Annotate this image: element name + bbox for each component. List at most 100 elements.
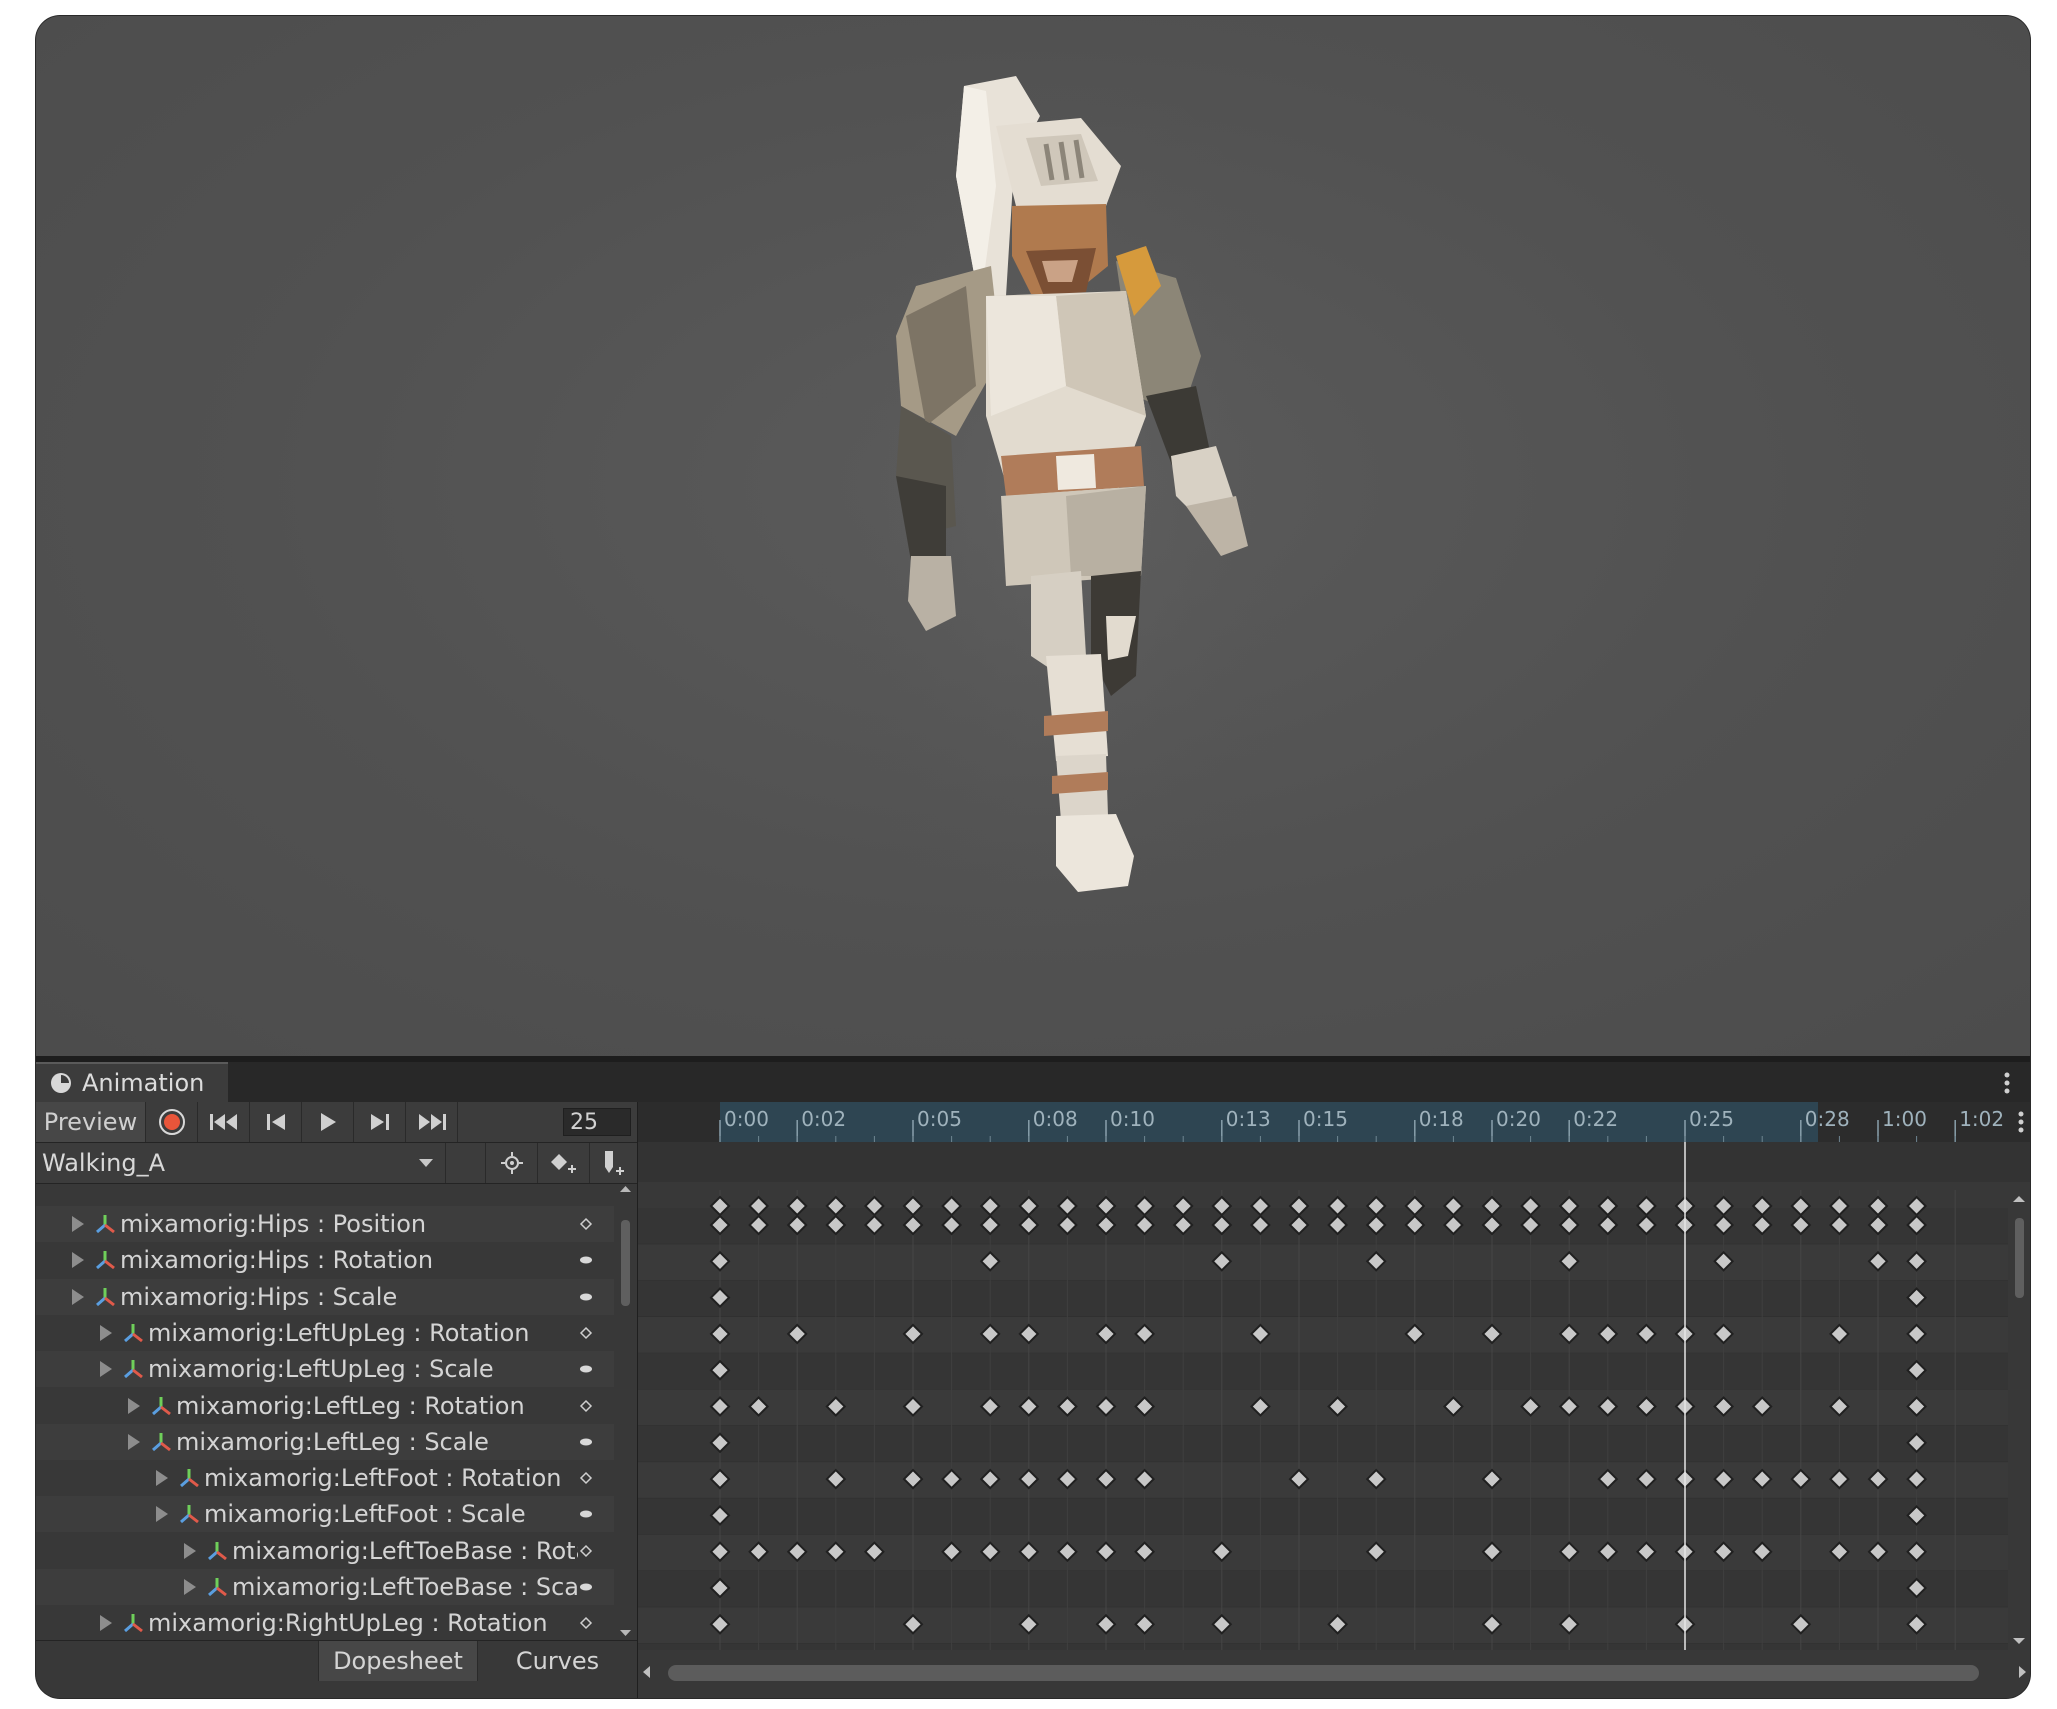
- expand-arrow-icon[interactable]: [100, 1324, 112, 1341]
- property-label: mixamorig:LeftToeBase : Rotation: [232, 1536, 578, 1565]
- property-row[interactable]: mixamorig:Hips : Position: [36, 1206, 614, 1242]
- key-state-oval-icon[interactable]: [578, 1252, 594, 1268]
- property-label: mixamorig:RightUpLeg : Rotation: [148, 1609, 548, 1638]
- property-label: mixamorig:LeftLeg : Scale: [176, 1427, 489, 1456]
- property-list: mixamorig:Hips : Position mixamorig:Hips …: [36, 1184, 614, 1640]
- property-row[interactable]: mixamorig:Hips : Rotation: [36, 1242, 614, 1278]
- timeline-horizontal-scrollbar[interactable]: [638, 1650, 2030, 1698]
- ruler-tick-label: 1:00: [1882, 1107, 1927, 1131]
- property-row[interactable]: mixamorig:LeftLeg : Rotation: [36, 1388, 614, 1424]
- next-key-button[interactable]: [354, 1102, 406, 1142]
- dopesheet-area[interactable]: [638, 1142, 2030, 1681]
- transform-axis-icon: [180, 1469, 199, 1488]
- expand-arrow-icon[interactable]: [72, 1288, 84, 1305]
- prev-key-button[interactable]: [250, 1102, 302, 1142]
- key-state-oval-icon[interactable]: [578, 1506, 594, 1522]
- expand-arrow-icon[interactable]: [72, 1216, 84, 1232]
- record-button[interactable]: [146, 1102, 198, 1142]
- add-key-diamond-icon[interactable]: [578, 1543, 594, 1559]
- property-label: mixamorig:LeftToeBase : Scale: [232, 1573, 578, 1601]
- add-key-diamond-icon[interactable]: [578, 1470, 594, 1486]
- property-row[interactable]: mixamorig:LeftToeBase : Scale: [36, 1569, 614, 1605]
- key-state-oval-icon[interactable]: [578, 1289, 594, 1305]
- property-label: mixamorig:LeftUpLeg : Scale: [148, 1355, 494, 1384]
- property-label: mixamorig:Hips : Rotation: [120, 1246, 434, 1275]
- add-keyframe-icon: [550, 1154, 576, 1173]
- add-event-button[interactable]: [590, 1143, 637, 1183]
- expand-arrow-icon[interactable]: [100, 1615, 112, 1632]
- tab-animation-label: Animation: [82, 1069, 205, 1097]
- property-label: mixamorig:LeftFoot : Rotation: [204, 1464, 562, 1493]
- transform-axis-icon: [152, 1432, 171, 1451]
- tab-animation[interactable]: Animation: [36, 1062, 228, 1102]
- tab-dopesheet[interactable]: Dopesheet: [318, 1641, 478, 1681]
- window-tab-bar: Animation: [36, 1062, 2030, 1102]
- add-key-diamond-icon[interactable]: [578, 1325, 594, 1341]
- tab-curves[interactable]: Curves: [478, 1641, 637, 1681]
- frame-number-field[interactable]: 25: [563, 1108, 631, 1136]
- horizontal-scroll-thumb[interactable]: [668, 1665, 1979, 1681]
- events-lane[interactable]: [638, 1142, 2030, 1182]
- property-row[interactable]: mixamorig:LeftLeg : Scale: [36, 1423, 614, 1460]
- ruler-tick-label: 0:02: [801, 1107, 846, 1131]
- clip-toolbar: Walking_A: [36, 1143, 637, 1184]
- clip-name: Walking_A: [42, 1149, 165, 1177]
- first-key-button[interactable]: [198, 1102, 250, 1142]
- transform-axis-icon: [124, 1614, 143, 1633]
- expand-arrow-icon[interactable]: [184, 1542, 196, 1559]
- expand-arrow-icon[interactable]: [100, 1361, 112, 1378]
- property-row[interactable]: mixamorig:LeftFoot : Rotation: [36, 1460, 614, 1496]
- ruler-tick-label: 0:13: [1226, 1107, 1271, 1131]
- property-list-scrollbar[interactable]: [614, 1184, 637, 1640]
- expand-arrow-icon[interactable]: [156, 1470, 168, 1487]
- key-state-oval-icon[interactable]: [578, 1579, 594, 1595]
- property-row[interactable]: mixamorig:LeftFoot : Scale: [36, 1496, 614, 1533]
- add-keyframe-button[interactable]: [538, 1143, 590, 1183]
- key-state-oval-icon[interactable]: [578, 1434, 594, 1450]
- property-row[interactable]: mixamorig:LeftUpLeg : Scale: [36, 1351, 614, 1388]
- expand-arrow-icon[interactable]: [128, 1433, 140, 1450]
- last-key-button[interactable]: [406, 1102, 458, 1142]
- property-row[interactable]: mixamorig:RightUpLeg : Rotation: [36, 1605, 614, 1640]
- scroll-left-icon[interactable]: [643, 1666, 650, 1678]
- property-label: mixamorig:LeftFoot : Scale: [204, 1500, 526, 1529]
- transform-axis-icon: [96, 1251, 115, 1270]
- step-back-icon: [266, 1114, 285, 1130]
- ruler-more-icon[interactable]: [2018, 1111, 2024, 1133]
- property-row[interactable]: mixamorig:LeftUpLeg : Rotation: [36, 1315, 614, 1351]
- preview-viewport[interactable]: [36, 16, 2030, 1056]
- property-label: mixamorig:LeftUpLeg : Rotation: [148, 1318, 530, 1347]
- preview-button[interactable]: Preview: [36, 1102, 146, 1142]
- key-state-oval-icon[interactable]: [578, 1361, 594, 1377]
- timeline-ruler[interactable]: 0:00 0:02 0:05 0:08 0:10 0:13 0:15 0:18 0:20 0:22…: [638, 1102, 2030, 1142]
- expand-arrow-icon[interactable]: [184, 1579, 196, 1595]
- animation-editor-window: Animation Preview 25 Walking_A mixamorig…: [36, 16, 2030, 1698]
- ruler-tick-label: 0:22: [1573, 1107, 1618, 1131]
- scroll-right-icon[interactable]: [2019, 1666, 2026, 1678]
- ruler-tick-label: 0:25: [1689, 1107, 1734, 1131]
- add-key-diamond-icon[interactable]: [578, 1615, 594, 1631]
- property-row[interactable]: mixamorig:Hips : Scale: [36, 1278, 614, 1315]
- ruler-tick-label: 0:20: [1496, 1107, 1541, 1131]
- transform-axis-icon: [124, 1360, 143, 1379]
- spacer-button: [446, 1143, 486, 1183]
- filter-by-selection-icon: [500, 1152, 523, 1174]
- filter-by-selection-button[interactable]: [486, 1143, 538, 1183]
- property-row[interactable]: mixamorig:LeftToeBase : Rotation: [36, 1533, 614, 1569]
- ruler-tick-label: 0:10: [1110, 1107, 1155, 1131]
- ruler-tick-label: 0:08: [1033, 1107, 1078, 1131]
- ruler-tick-label: 1:02: [1959, 1107, 2004, 1131]
- ruler-tick-label: 0:15: [1303, 1107, 1348, 1131]
- expand-arrow-icon[interactable]: [156, 1506, 168, 1523]
- expand-arrow-icon[interactable]: [72, 1252, 84, 1269]
- add-key-diamond-icon[interactable]: [578, 1216, 594, 1232]
- clip-selector[interactable]: Walking_A: [36, 1143, 446, 1183]
- more-options-icon[interactable]: [2004, 1072, 2010, 1094]
- play-button[interactable]: [302, 1102, 354, 1142]
- add-key-diamond-icon[interactable]: [578, 1398, 594, 1414]
- expand-arrow-icon[interactable]: [128, 1397, 140, 1414]
- dopesheet-vertical-scrollbar[interactable]: [2008, 1182, 2030, 1650]
- dopesheet-panel: 0:00 0:02 0:05 0:08 0:10 0:13 0:15 0:18 0:20 0:22…: [637, 1102, 2030, 1698]
- view-mode-bar: Dopesheet Curves: [36, 1640, 637, 1698]
- clock-icon: [51, 1073, 71, 1093]
